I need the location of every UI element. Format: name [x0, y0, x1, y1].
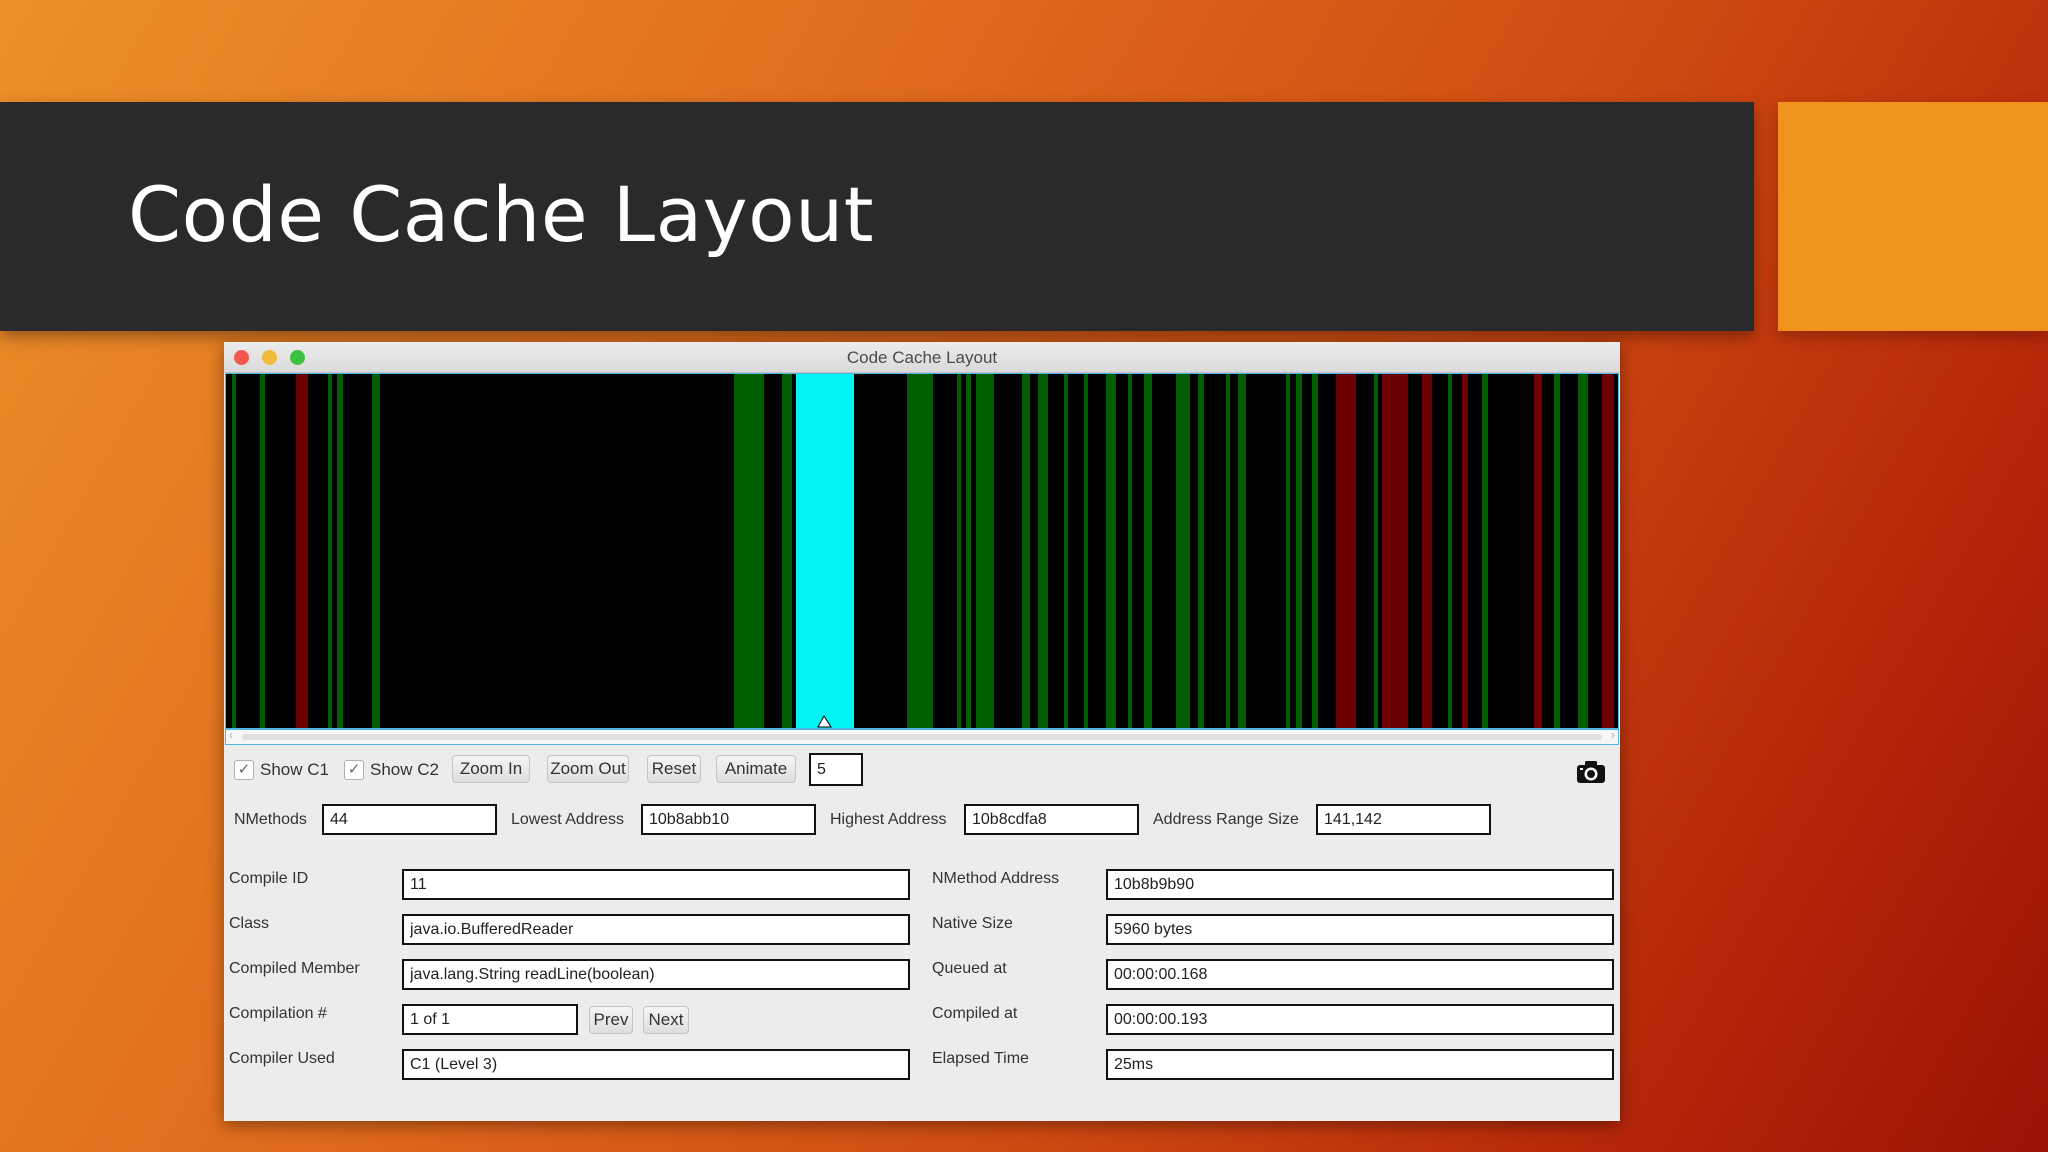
method-block[interactable]: [337, 374, 343, 728]
elapsed-time-field[interactable]: [1106, 1049, 1614, 1080]
app-window: Code Cache Layout ‹ › ✓ Show C1 ✓ Show C…: [224, 342, 1620, 1121]
method-block[interactable]: [734, 374, 764, 728]
method-block[interactable]: [1226, 374, 1230, 728]
class-label: Class: [229, 915, 270, 932]
highest-address-field[interactable]: [964, 804, 1139, 835]
scroll-right-icon[interactable]: ›: [1611, 728, 1615, 742]
method-block[interactable]: [1144, 374, 1152, 728]
method-block[interactable]: [782, 374, 792, 728]
method-block[interactable]: [957, 374, 961, 728]
lowest-address-field[interactable]: [641, 804, 816, 835]
code-cache-map[interactable]: [226, 374, 1618, 728]
code-cache-view[interactable]: [225, 373, 1619, 729]
method-block[interactable]: [1374, 374, 1378, 728]
method-block[interactable]: [232, 374, 236, 728]
animate-button[interactable]: Animate: [716, 755, 796, 783]
reset-button[interactable]: Reset: [647, 755, 701, 783]
queued-at-field[interactable]: [1106, 959, 1614, 990]
method-block[interactable]: [1176, 374, 1190, 728]
highest-address-label: Highest Address: [830, 811, 947, 828]
show-c1-checkbox[interactable]: ✓ Show C1: [234, 760, 329, 780]
method-block[interactable]: [1128, 374, 1132, 728]
next-button[interactable]: Next: [643, 1006, 689, 1034]
compilation-number-label: Compilation #: [229, 1005, 327, 1022]
slide-title: Code Cache Layout: [128, 170, 875, 259]
window-titlebar: Code Cache Layout: [224, 342, 1620, 373]
method-block[interactable]: [1422, 374, 1432, 728]
method-block[interactable]: [328, 374, 332, 728]
show-c1-label: Show C1: [260, 760, 329, 779]
checkmark-icon[interactable]: ✓: [344, 760, 364, 780]
selected-method-block[interactable]: [796, 374, 854, 728]
horizontal-scrollbar[interactable]: ‹ ›: [225, 728, 1619, 745]
method-block[interactable]: [1064, 374, 1068, 728]
method-block[interactable]: [907, 374, 933, 728]
compilation-number-field[interactable]: [402, 1004, 578, 1035]
checkmark-icon[interactable]: ✓: [234, 760, 254, 780]
method-block[interactable]: [1534, 374, 1542, 728]
method-block[interactable]: [1578, 374, 1588, 728]
scroll-left-icon[interactable]: ‹: [229, 728, 233, 742]
compiled-at-field[interactable]: [1106, 1004, 1614, 1035]
slide-accent-box: [1778, 102, 2048, 331]
nmethod-address-field[interactable]: [1106, 869, 1614, 900]
compiled-member-field[interactable]: [402, 959, 910, 990]
method-block[interactable]: [1602, 374, 1614, 728]
compile-id-label: Compile ID: [229, 870, 309, 887]
zoom-in-button[interactable]: Zoom In: [452, 755, 530, 783]
address-range-label: Address Range Size: [1153, 811, 1299, 828]
nmethod-address-label: NMethod Address: [932, 870, 1060, 887]
method-block[interactable]: [976, 374, 994, 728]
compiler-used-field[interactable]: [402, 1049, 910, 1080]
method-block[interactable]: [966, 374, 971, 728]
camera-icon[interactable]: [1576, 760, 1606, 784]
method-block[interactable]: [1448, 374, 1452, 728]
method-block[interactable]: [1084, 374, 1088, 728]
window-title: Code Cache Layout: [846, 348, 998, 367]
animate-value-input[interactable]: [809, 753, 863, 786]
queued-at-label: Queued at: [932, 960, 1007, 977]
native-size-label: Native Size: [932, 915, 1013, 932]
method-block[interactable]: [260, 374, 265, 728]
compiler-used-label: Compiler Used: [229, 1050, 335, 1067]
method-block[interactable]: [1238, 374, 1246, 728]
method-block[interactable]: [1038, 374, 1048, 728]
address-range-field[interactable]: [1316, 804, 1491, 835]
show-c2-checkbox[interactable]: ✓ Show C2: [344, 760, 439, 780]
method-block[interactable]: [1312, 374, 1318, 728]
method-block[interactable]: [1554, 374, 1560, 728]
nmethods-field[interactable]: [322, 804, 497, 835]
scrollbar-thumb[interactable]: [242, 734, 1602, 740]
method-block[interactable]: [1106, 374, 1116, 728]
method-block[interactable]: [1022, 374, 1030, 728]
method-block[interactable]: [1462, 374, 1468, 728]
method-block[interactable]: [1198, 374, 1204, 728]
method-block[interactable]: [296, 374, 308, 728]
native-size-field[interactable]: [1106, 914, 1614, 945]
compile-id-field[interactable]: [402, 869, 910, 900]
method-block[interactable]: [1482, 374, 1488, 728]
method-block[interactable]: [1336, 374, 1356, 728]
compiled-at-label: Compiled at: [932, 1005, 1018, 1022]
show-c2-label: Show C2: [370, 760, 439, 779]
compiled-member-label: Compiled Member: [229, 960, 360, 977]
lowest-address-label: Lowest Address: [511, 811, 624, 828]
method-block[interactable]: [1382, 374, 1408, 728]
class-field[interactable]: [402, 914, 910, 945]
nmethods-label: NMethods: [234, 811, 307, 828]
method-block[interactable]: [1296, 374, 1302, 728]
method-block[interactable]: [372, 374, 380, 728]
prev-button[interactable]: Prev: [589, 1006, 633, 1034]
elapsed-time-label: Elapsed Time: [932, 1050, 1029, 1067]
method-block[interactable]: [1286, 374, 1290, 728]
zoom-out-button[interactable]: Zoom Out: [547, 755, 629, 783]
